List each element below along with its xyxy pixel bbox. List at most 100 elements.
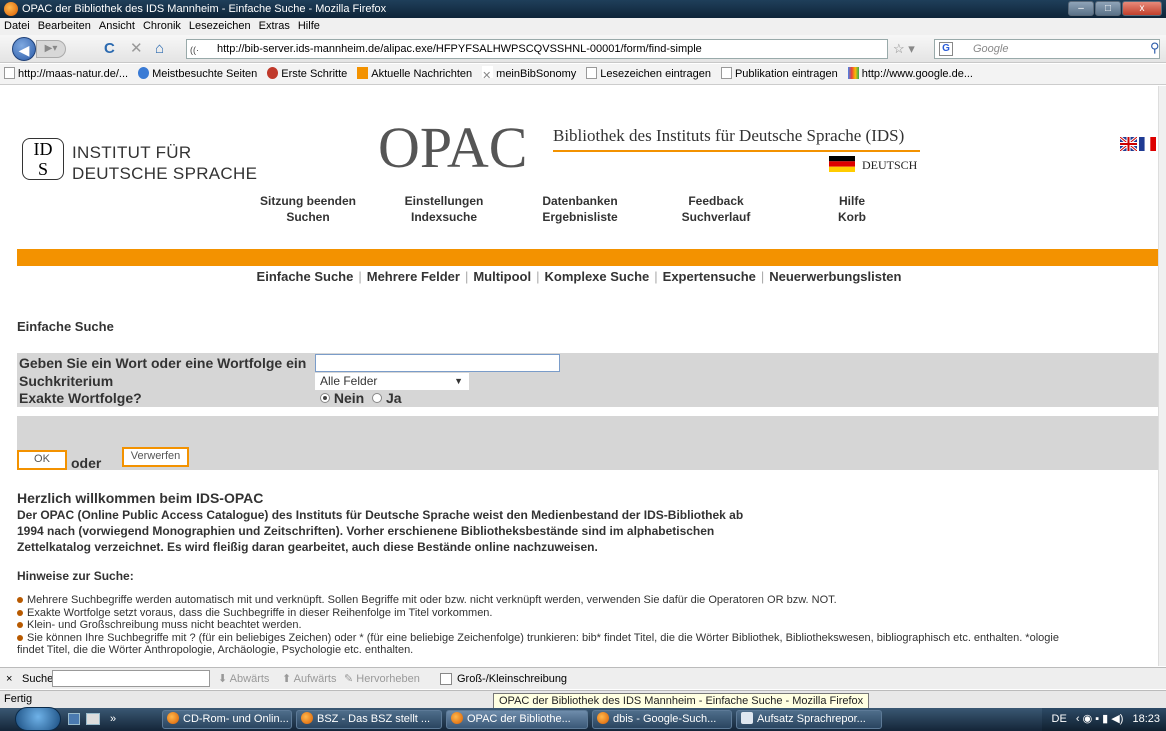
menu-bearbeiten[interactable]: Bearbeiten [38,18,91,35]
search-type-tabs: Einfache Suche | Mehrere Felder | Multipool |… [256,269,902,284]
bookmark-item[interactable]: http://maas-natur.de/... [4,64,128,84]
criterion-label: Suchkriterium [19,373,114,389]
nav-datenbanken[interactable]: Datenbanken [512,194,648,208]
bookmark-label: http://www.google.de... [861,68,973,80]
bookmark-label: Publikation eintragen [734,68,838,80]
firefox-icon [167,712,179,724]
arrow-down-icon: ⬇ [218,673,230,685]
page-content: IDS INSTITUT FÜR DEUTSCHE SPRACHE OPAC B… [0,86,1158,666]
firefox-icon [451,712,463,724]
tab-expertensuche[interactable]: Expertensuche [663,269,756,284]
reload-icon[interactable]: C [104,41,115,56]
language-indicator[interactable]: DE [1052,713,1067,725]
chevron-down-icon: ▼ [454,376,463,386]
bookmark-item[interactable]: Lesezeichen eintragen [586,64,711,84]
radio-nein[interactable] [320,393,330,403]
maximize-button[interactable]: □ [1095,1,1121,16]
taskbar-item-active[interactable]: OPAC der Bibliothe... [446,710,588,729]
close-button[interactable]: x [1122,1,1162,16]
taskbar-item[interactable]: BSZ - Das BSZ stellt ... [296,710,442,729]
rss-icon [357,67,369,79]
tab-neuerwerbungslisten[interactable]: Neuerwerbungslisten [769,269,901,284]
quicklaunch-more-button[interactable]: » [110,708,116,731]
exact-label: Exakte Wortfolge? [19,390,142,406]
url-bar[interactable]: ((· http://bib-server.ids-mannheim.de/al… [186,39,888,59]
bookmark-item[interactable]: Erste Schritte [267,64,347,84]
taskbar-item[interactable]: dbis - Google-Such... [592,710,732,729]
tab-multipool[interactable]: Multipool [473,269,531,284]
ok-button[interactable]: OK [17,450,67,470]
task-label: dbis - Google-Such... [613,713,717,725]
nav-sitzung-beenden[interactable]: Sitzung beenden [240,194,376,208]
nav-suchen[interactable]: Suchen [240,210,376,224]
google-icon[interactable]: G [939,42,953,56]
search-icon[interactable]: ⚲ [1150,40,1160,55]
hints-heading: Hinweise zur Suche: [17,569,134,583]
word-label: Geben Sie ein Wort oder eine Wortfolge e… [19,355,307,371]
case-checkbox[interactable] [440,673,452,685]
nav-hilfe[interactable]: Hilfe [784,194,920,208]
menu-ansicht[interactable]: Ansicht [99,18,135,35]
bookmark-item[interactable]: Aktuelle Nachrichten [357,64,472,84]
home-icon[interactable]: ⌂ [155,41,164,56]
top-navigation: Sitzung beenden Einstellungen Datenbanke… [240,194,920,224]
findbar-close-button[interactable]: × [6,668,12,690]
bookmark-label: Meistbesuchte Seiten [152,68,258,80]
bookmark-star-icon[interactable]: ☆ ▾ [893,41,915,57]
criterion-select[interactable]: Alle Felder ▼ [315,373,469,390]
tray-icons[interactable]: ‹ ◉ ▪ ▮ ◀) [1076,713,1124,725]
taskbar-item[interactable]: Aufsatz Sprachrepor... [736,710,882,729]
menu-lesezeichen[interactable]: Lesezeichen [189,18,251,35]
clock[interactable]: 18:23 [1132,713,1160,725]
verwerfen-button[interactable]: Verwerfen [122,447,189,467]
site-identity-icon[interactable]: ((· [190,41,199,59]
bookmark-item[interactable]: Publikation eintragen [720,64,838,84]
tab-komplexe-suche[interactable]: Komplexe Suche [545,269,650,284]
page-icon [720,67,732,79]
getting-started-icon [267,67,279,79]
forward-button[interactable]: ▶▾ [36,40,66,58]
page-scrollbar[interactable] [1158,86,1166,666]
radio-ja[interactable] [372,393,383,403]
hint-item: Exakte Wortfolge setzt voraus, dass die … [17,607,1155,620]
show-desktop-icon[interactable] [68,713,80,725]
bookmark-item[interactable]: ✕ meinBibSonomy [482,64,576,84]
menu-extras[interactable]: Extras [259,18,290,35]
bookmark-item[interactable]: http://www.google.de... [847,64,973,84]
bookmark-item[interactable]: Meistbesuchte Seiten [138,64,257,84]
start-button[interactable] [15,707,61,731]
arrow-up-icon: ⬆ [282,673,294,685]
tab-mehrere-felder[interactable]: Mehrere Felder [367,269,460,284]
find-input[interactable] [52,670,210,687]
institute-line1: INSTITUT FÜR [72,143,192,162]
findbar-highlight-button[interactable]: ✎ Hervorheben [344,668,420,690]
german-flag-icon[interactable] [829,156,855,172]
nav-einstellungen[interactable]: Einstellungen [376,194,512,208]
language-label: DEUTSCH [862,158,918,172]
minimize-button[interactable]: – [1068,1,1094,16]
nav-suchverlauf[interactable]: Suchverlauf [648,210,784,224]
search-placeholder: Google [973,43,1009,55]
opac-title: OPAC [378,115,528,180]
nav-feedback[interactable]: Feedback [648,194,784,208]
menu-chronik[interactable]: Chronik [143,18,181,35]
search-engine-box[interactable]: G Google [934,39,1160,59]
nav-ergebnisliste[interactable]: Ergebnisliste [512,210,648,224]
back-button[interactable]: ◀ [12,37,36,61]
nav-indexsuche[interactable]: Indexsuche [376,210,512,224]
task-label: BSZ - Das BSZ stellt ... [317,713,431,725]
uk-flag-icon[interactable] [1120,137,1137,151]
french-flag-icon[interactable] [1139,137,1156,151]
hint-item-continued: findet Titel, die die Wörter Anthropolog… [17,644,414,657]
taskbar-item[interactable]: CD-Rom- und Onlin... [162,710,292,729]
nav-korb[interactable]: Korb [784,210,920,224]
menu-datei[interactable]: Datei [4,18,30,35]
tab-einfache-suche[interactable]: Einfache Suche [257,269,354,284]
hints-list: Mehrere Suchbegriffe werden automatisch … [17,594,1155,657]
menu-hilfe[interactable]: Hilfe [298,18,320,35]
findbar-down-button[interactable]: ⬇ Abwärts [218,668,269,690]
findbar-up-button[interactable]: ⬆ Aufwärts [282,668,336,690]
window-switch-icon[interactable] [86,713,100,725]
stop-icon[interactable]: ✕ [130,41,143,56]
search-input[interactable] [315,354,560,372]
